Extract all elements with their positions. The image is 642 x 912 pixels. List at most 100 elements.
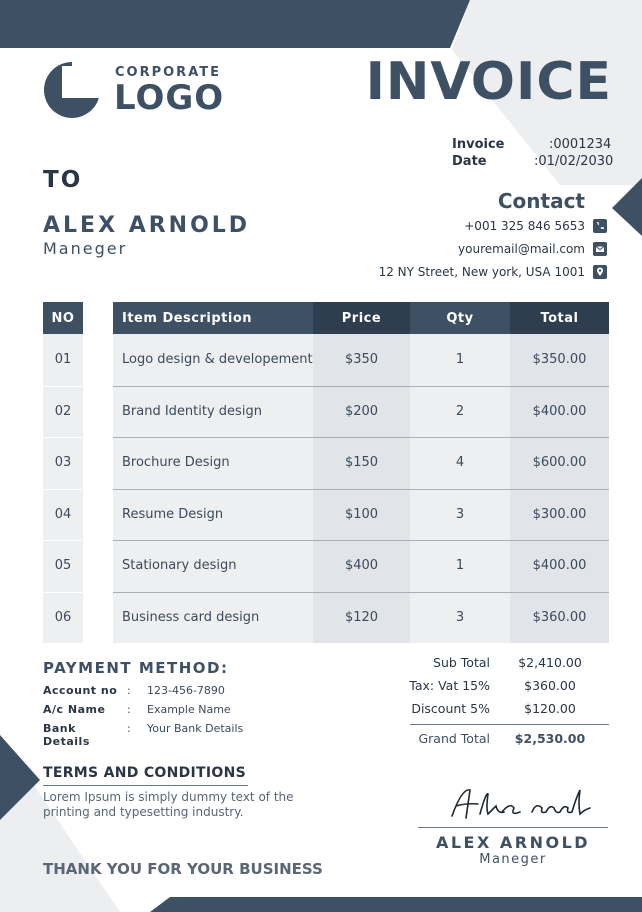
contact-title: Contact: [497, 189, 585, 213]
payment-label: Account no: [43, 684, 118, 697]
contact-phone-text: +001 325 846 5653: [464, 219, 585, 233]
item-price: $120: [344, 609, 379, 625]
row-number: 06: [54, 609, 72, 625]
totals-divider: [410, 724, 609, 725]
corporate-logo: CORPORATE LOGO: [42, 60, 242, 120]
item-description: Business card design: [122, 609, 260, 625]
item-total: $400.00: [532, 558, 587, 574]
grand-total-value: $2,530.00: [514, 731, 586, 746]
item-qty: 1: [455, 558, 465, 574]
item-description: Resume Design: [122, 506, 224, 522]
header-price: Price: [313, 302, 410, 334]
item-qty: 3: [455, 506, 465, 522]
invoice-date-row: Date :01/02/2030: [452, 153, 642, 170]
payment-label: A/c Name: [43, 703, 106, 716]
row-divider: [113, 386, 609, 387]
signature-name: ALEX ARNOLD: [435, 833, 591, 852]
invoice-title: INVOICE: [365, 52, 612, 112]
item-description: Logo design & developement: [122, 352, 313, 368]
signature-role: Maneger: [479, 852, 547, 867]
payment-sep: :: [127, 722, 131, 735]
header-no: NO: [43, 302, 83, 334]
tax-label: Tax: Vat 15%: [409, 678, 490, 693]
tax-value: $360.00: [524, 678, 576, 693]
payment-value: Example Name: [147, 703, 231, 716]
item-description: Stationary design: [122, 558, 237, 574]
item-price: $350: [344, 352, 379, 368]
contact-phone: +001 325 846 5653: [464, 218, 607, 234]
grand-total-row: Grand Total $2,530.00: [400, 731, 610, 746]
contact-email-text: youremail@mail.com: [458, 242, 585, 256]
row-divider: [113, 592, 609, 593]
row-number: 02: [54, 403, 72, 419]
payment-row-bank: Bank Details : Your Bank Details: [43, 722, 243, 748]
item-total: $600.00: [532, 455, 587, 471]
no-divider: [43, 540, 83, 541]
signature-image: [451, 789, 591, 819]
contact-address: 12 NY Street, New york, USA 1001: [379, 264, 607, 280]
header-qty: Qty: [410, 302, 510, 334]
thank-you-text: THANK YOU FOR YOUR BUSINESS: [43, 860, 323, 878]
discount-row: Discount 5% $120.00: [400, 701, 610, 716]
item-price: $150: [344, 455, 379, 471]
item-description: Brand Identity design: [122, 403, 262, 419]
header-total: Total: [510, 302, 609, 334]
item-total: $400.00: [532, 403, 587, 419]
row-number: 04: [54, 506, 72, 522]
subtotal-value: $2,410.00: [518, 655, 582, 670]
item-qty: 1: [455, 352, 465, 368]
payment-label: Bank Details: [43, 722, 90, 748]
contact-email: youremail@mail.com: [458, 241, 607, 257]
signature-line: [418, 827, 608, 828]
location-pin-icon: [593, 265, 607, 279]
discount-label: Discount 5%: [411, 701, 490, 716]
terms-underline: [43, 785, 248, 786]
terms-text: Lorem Ipsum is simply dummy text of the …: [43, 790, 294, 819]
subtotal-label: Sub Total: [433, 655, 490, 670]
payment-row-name: A/c Name : Example Name: [43, 703, 231, 716]
item-qty: 3: [455, 609, 465, 625]
invoice-number-value: :0001234: [549, 137, 612, 152]
item-qty: 4: [455, 455, 465, 471]
mail-icon: [593, 242, 607, 256]
invoice-number-label: Invoice: [452, 137, 505, 152]
to-label: TO: [43, 167, 83, 193]
row-number: 01: [54, 352, 72, 368]
item-total: $350.00: [532, 352, 587, 368]
item-total: $300.00: [532, 506, 587, 522]
tax-row: Tax: Vat 15% $360.00: [400, 678, 610, 693]
subtotal-row: Sub Total $2,410.00: [400, 655, 610, 670]
payment-row-account: Account no : 123-456-7890: [43, 684, 225, 697]
no-divider: [43, 592, 83, 593]
logo-mark-icon: [44, 62, 102, 118]
payment-sep: :: [127, 684, 131, 697]
payment-sep: :: [127, 703, 131, 716]
item-description: Brochure Design: [122, 455, 230, 471]
grand-total-label: Grand Total: [418, 731, 490, 746]
header-description: Item Description: [113, 302, 313, 334]
item-price: $400: [344, 558, 379, 574]
invoice-meta: Invoice :0001234 Date :01/02/2030: [452, 136, 642, 170]
item-price: $200: [344, 403, 379, 419]
invoice-date-label: Date: [452, 154, 487, 169]
payment-value: Your Bank Details: [147, 722, 244, 735]
row-divider: [113, 540, 609, 541]
payment-value: 123-456-7890: [147, 684, 225, 697]
contact-address-text: 12 NY Street, New york, USA 1001: [378, 265, 585, 279]
phone-icon: [593, 219, 607, 233]
discount-value: $120.00: [524, 701, 576, 716]
invoice-number-row: Invoice :0001234: [452, 136, 642, 153]
item-total: $360.00: [532, 609, 587, 625]
row-number: 03: [54, 455, 72, 471]
no-divider: [43, 437, 83, 438]
client-name: ALEX ARNOLD: [43, 213, 251, 238]
item-price: $100: [344, 506, 379, 522]
row-divider: [113, 489, 609, 490]
no-divider: [43, 489, 83, 490]
row-divider: [113, 437, 609, 438]
invoice-date-value: :01/02/2030: [534, 154, 614, 169]
logo-big-text: LOGO: [114, 78, 225, 118]
no-divider: [43, 386, 83, 387]
payment-method-title: PAYMENT METHOD:: [43, 659, 229, 677]
terms-title: TERMS AND CONDITIONS: [43, 765, 247, 781]
